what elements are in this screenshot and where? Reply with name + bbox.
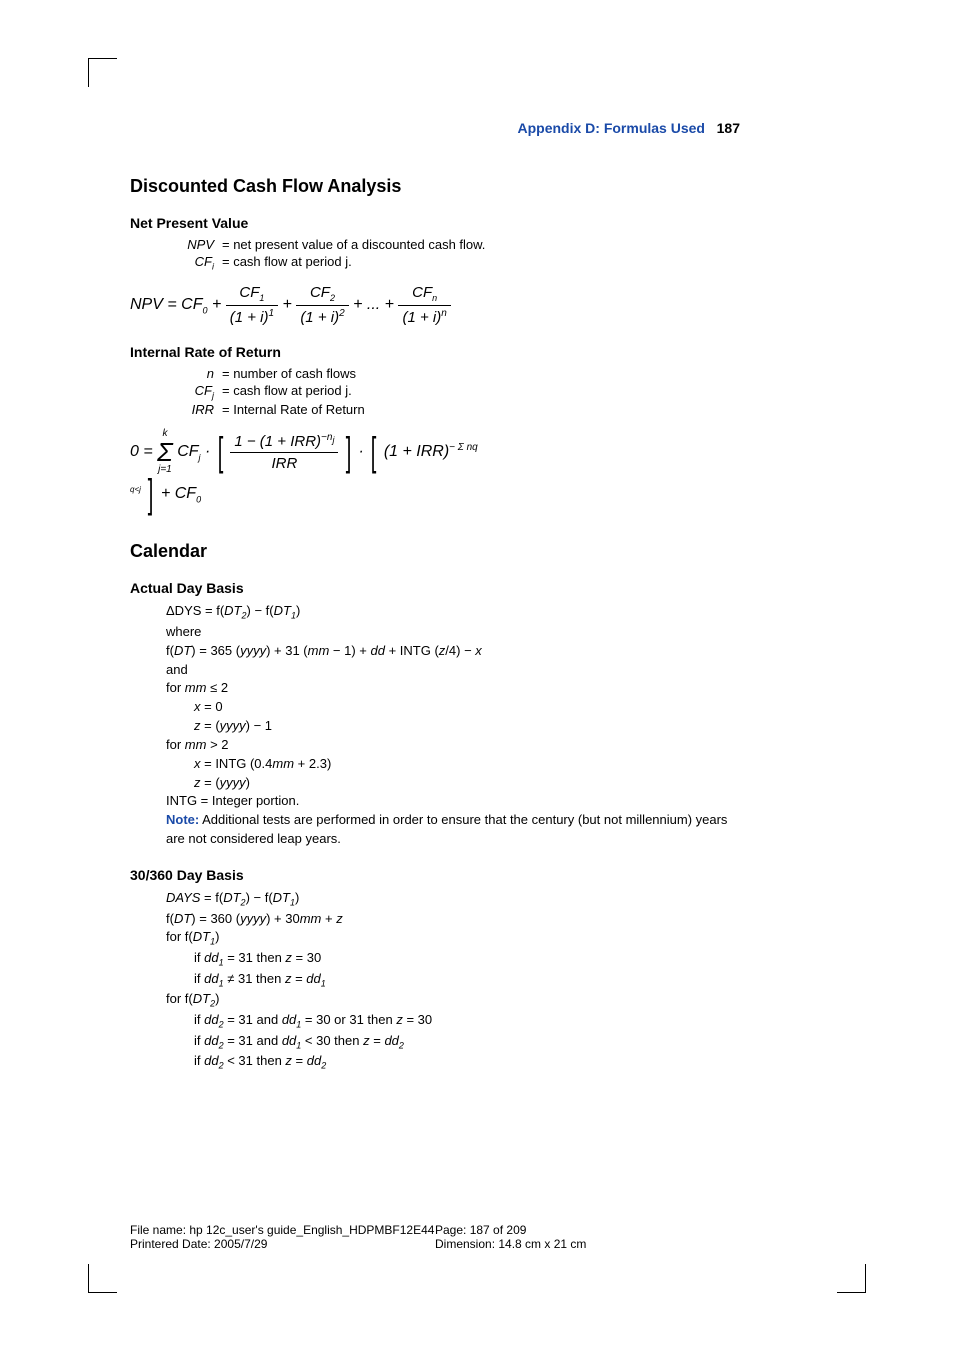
def-irr-symbol: IRR	[166, 402, 222, 417]
running-header: Appendix D: Formulas Used 187	[130, 120, 740, 136]
actual-heading: Actual Day Basis	[130, 580, 740, 596]
def-n-symbol: n	[166, 366, 222, 381]
npv-heading: Net Present Value	[130, 215, 740, 231]
footer-filename: File name: hp 12c_user's guide_English_H…	[130, 1223, 435, 1237]
actual-body: ΔDYS = f(DT2) − f(DT1) where f(DT) = 365…	[166, 602, 740, 849]
def-irr-text: = Internal Rate of Return	[222, 402, 740, 417]
crop-mark-bl	[88, 1264, 117, 1293]
def-cfj-text: = cash flow at period j.	[222, 383, 740, 401]
irr-formula: 0 = kΣj=1 CFj · [ 1 − (1 + IRR)−njIRR ] …	[130, 429, 740, 513]
section-dcf-heading: Discounted Cash Flow Analysis	[130, 176, 740, 197]
footer-dimension: Dimension: 14.8 cm x 21 cm	[435, 1237, 740, 1251]
npv-definitions: NPV = net present value of a discounted …	[166, 237, 740, 272]
basis360-body: DAYS = f(DT2) − f(DT1) f(DT) = 360 (yyyy…	[166, 889, 740, 1073]
section-calendar-heading: Calendar	[130, 541, 740, 562]
page-number: 187	[717, 120, 740, 136]
footer-printed-date: Printered Date: 2005/7/29	[130, 1237, 435, 1251]
irr-heading: Internal Rate of Return	[130, 344, 740, 360]
def-npv-text: = net present value of a discounted cash…	[222, 237, 740, 252]
crop-mark-tl	[88, 58, 117, 87]
crop-mark-br	[837, 1264, 866, 1293]
page-content: Appendix D: Formulas Used 187 Discounted…	[130, 120, 740, 1073]
page-footer: File name: hp 12c_user's guide_English_H…	[130, 1223, 740, 1251]
npv-formula: NPV = CF0 + CF1(1 + i)1 + CF2(1 + i)2 + …	[130, 284, 740, 326]
appendix-title: Appendix D: Formulas Used	[518, 120, 705, 136]
note-label: Note:	[166, 812, 199, 827]
sum-icon: kΣj=1	[157, 429, 173, 475]
def-cfj-symbol: CFj	[166, 383, 222, 401]
def-cf-text: = cash flow at period j.	[222, 254, 740, 272]
def-cf-symbol: CFi	[166, 254, 222, 272]
def-npv-symbol: NPV	[166, 237, 222, 252]
irr-definitions: n = number of cash flows CFj = cash flow…	[166, 366, 740, 418]
footer-page: Page: 187 of 209	[435, 1223, 740, 1237]
basis360-heading: 30/360 Day Basis	[130, 867, 740, 883]
def-n-text: = number of cash flows	[222, 366, 740, 381]
